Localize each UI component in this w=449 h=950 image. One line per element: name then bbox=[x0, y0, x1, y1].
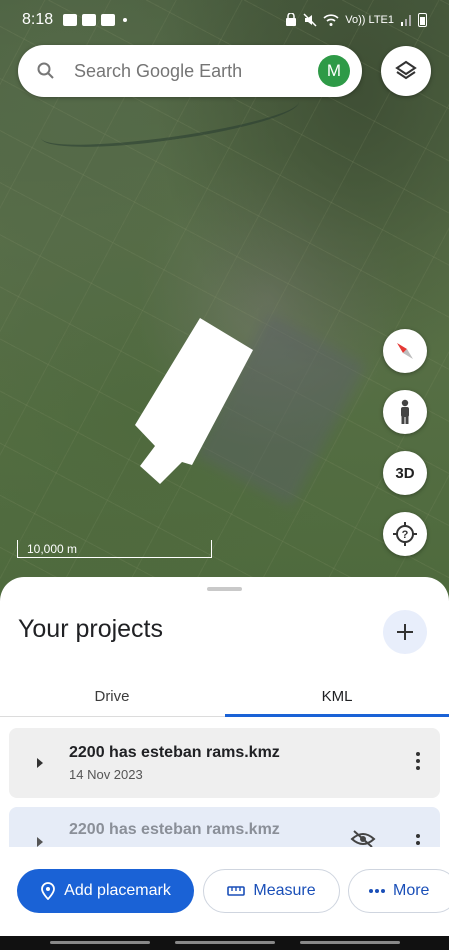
system-nav-bar bbox=[0, 936, 449, 950]
plus-icon bbox=[397, 624, 413, 640]
layers-icon bbox=[395, 60, 417, 80]
network-label: Vo)) LTE1 bbox=[345, 14, 394, 26]
street-view-button[interactable] bbox=[383, 390, 427, 434]
sheet-drag-handle[interactable] bbox=[207, 587, 242, 591]
search-input[interactable] bbox=[74, 60, 318, 82]
project-date: 14 Nov 2023 bbox=[69, 767, 143, 782]
more-notifications-icon bbox=[123, 18, 128, 22]
new-project-button[interactable] bbox=[383, 610, 427, 654]
pegman-icon bbox=[401, 399, 409, 424]
nav-back[interactable] bbox=[50, 941, 150, 944]
search-icon bbox=[37, 62, 54, 79]
status-bar: 8:18 Vo)) LTE1 bbox=[0, 0, 449, 40]
ruler-icon bbox=[227, 886, 246, 896]
add-placemark-button[interactable]: Add placemark bbox=[17, 869, 194, 913]
gallery-icon bbox=[63, 14, 78, 26]
svg-text:?: ? bbox=[402, 529, 409, 541]
status-time: 8:18 bbox=[22, 11, 54, 28]
signal-icon bbox=[401, 15, 411, 26]
project-name: 2200 has esteban rams.kmz bbox=[69, 744, 280, 761]
visibility-off-icon[interactable] bbox=[350, 829, 376, 849]
avatar[interactable]: M bbox=[318, 55, 350, 87]
layers-button[interactable] bbox=[381, 46, 431, 96]
nav-home[interactable] bbox=[175, 941, 275, 944]
project-item[interactable]: 2200 has esteban rams.kmz 14 Nov 2023 bbox=[9, 728, 440, 798]
tab-kml[interactable]: KML bbox=[225, 675, 449, 717]
tab-drive[interactable]: Drive bbox=[0, 675, 224, 717]
app-icon bbox=[82, 14, 97, 26]
more-horizontal-icon bbox=[369, 889, 385, 893]
app-icon bbox=[101, 14, 116, 26]
lock-icon bbox=[286, 13, 297, 26]
more-label: More bbox=[393, 882, 430, 899]
more-options-icon[interactable] bbox=[416, 752, 420, 770]
wifi-icon bbox=[323, 14, 339, 26]
mute-icon bbox=[303, 13, 317, 27]
3d-toggle-button[interactable]: 3D bbox=[383, 451, 427, 495]
measure-button[interactable]: Measure bbox=[203, 869, 340, 913]
expand-arrow-icon[interactable] bbox=[37, 758, 43, 768]
search-bar[interactable]: M bbox=[18, 45, 362, 97]
location-help-icon: ? bbox=[393, 522, 417, 546]
placemark-icon bbox=[41, 882, 56, 900]
expand-arrow-icon[interactable] bbox=[37, 837, 43, 847]
nav-recents[interactable] bbox=[300, 941, 400, 944]
scale-bar: 10,000 m bbox=[17, 540, 212, 558]
action-bar: Add placemark Measure More bbox=[0, 847, 449, 927]
projects-sheet: Your projects Drive KML 2200 has esteban… bbox=[0, 577, 449, 950]
project-name: 2200 has esteban rams.kmz bbox=[69, 821, 280, 838]
tab-selected-indicator bbox=[225, 714, 449, 717]
scale-label: 10,000 m bbox=[27, 542, 78, 556]
project-tabs: Drive KML bbox=[0, 675, 449, 717]
more-button[interactable]: More bbox=[348, 869, 449, 913]
sheet-title: Your projects bbox=[18, 615, 163, 643]
battery-icon bbox=[418, 13, 427, 27]
my-location-button[interactable]: ? bbox=[383, 512, 427, 556]
compass-button[interactable] bbox=[383, 329, 427, 373]
measure-label: Measure bbox=[253, 882, 316, 899]
notification-icons bbox=[63, 14, 128, 26]
add-placemark-label: Add placemark bbox=[64, 882, 171, 899]
system-icons: Vo)) LTE1 bbox=[285, 13, 427, 27]
compass-icon bbox=[397, 343, 413, 359]
